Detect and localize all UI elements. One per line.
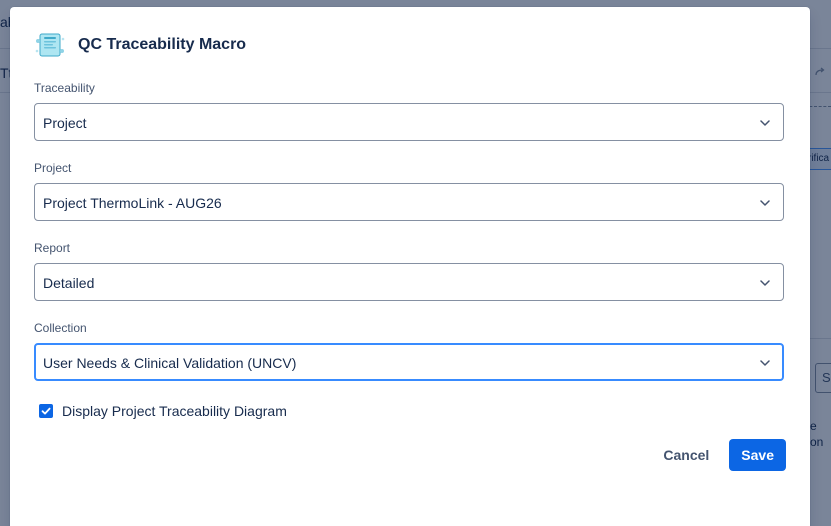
save-button[interactable]: Save (729, 439, 786, 471)
dialog-footer: Cancel Save (651, 439, 786, 471)
collection-select[interactable]: User Needs & Clinical Validation (UNCV) (34, 343, 784, 381)
cancel-button[interactable]: Cancel (651, 439, 721, 471)
chevron-down-icon (760, 120, 770, 126)
chevron-down-icon (760, 200, 770, 206)
chevron-down-icon (760, 360, 770, 366)
report-label: Report (34, 241, 71, 255)
dialog-header: QC Traceability Macro (34, 31, 246, 59)
collection-value: User Needs & Clinical Validation (UNCV) (43, 355, 297, 371)
project-select[interactable]: Project ThermoLink - AUG26 (34, 183, 784, 221)
report-select[interactable]: Detailed (34, 263, 784, 301)
chevron-down-icon (760, 280, 770, 286)
macro-dialog: QC Traceability Macro Traceability Proje… (10, 7, 810, 526)
traceability-value: Project (43, 115, 87, 131)
collection-label: Collection (34, 321, 87, 335)
display-diagram-option[interactable]: Display Project Traceability Diagram (39, 403, 287, 419)
project-value: Project ThermoLink - AUG26 (43, 195, 222, 211)
display-diagram-checkbox[interactable] (39, 404, 53, 418)
traceability-label: Traceability (34, 81, 95, 95)
checkmark-icon (41, 407, 51, 415)
document-app-icon (35, 33, 65, 57)
dialog-title: QC Traceability Macro (78, 36, 247, 53)
project-label: Project (34, 161, 72, 175)
traceability-select[interactable]: Project (34, 103, 784, 141)
report-value: Detailed (43, 275, 95, 291)
display-diagram-label: Display Project Traceability Diagram (62, 403, 287, 419)
